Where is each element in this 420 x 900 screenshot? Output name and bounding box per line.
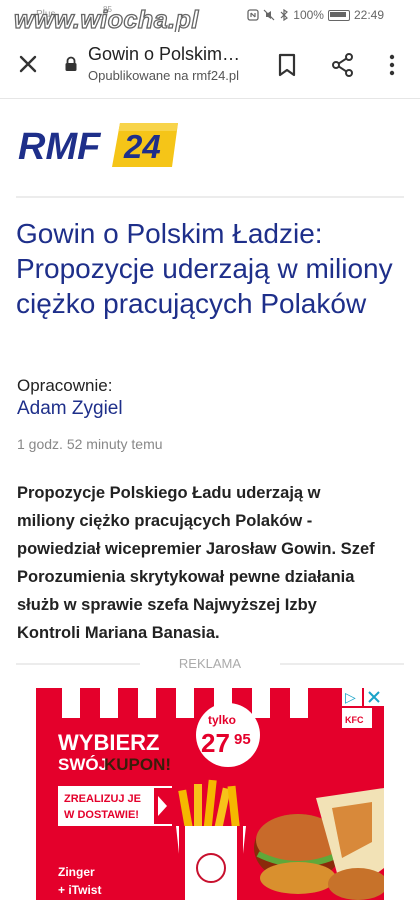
product-line-2: + iTwist [58,883,101,897]
author-link[interactable]: Adam Zygiel [17,398,123,420]
clock: 22:49 [353,8,384,22]
price-cents: 95 [234,731,251,748]
article-lead: Propozycje Polskiego Ładu uderzają w mil… [17,484,375,642]
battery-percent: 100% [293,8,324,22]
page-title: Gowin o Polskim… [88,44,241,64]
ad-label: REKLAMA [178,656,242,671]
ad-headline-3: KUPON! [104,755,171,774]
battery-icon [327,9,350,21]
mute-icon [263,9,275,21]
share-icon[interactable] [330,52,356,78]
kfc-logo-small: KFC [342,708,372,728]
logo-badge: 24 [123,128,161,165]
cta-line-1: ZREALIZUJ JE [64,793,141,805]
status-bar: Plus 85 www.wiocha.pl 100% 22:49 [0,0,420,35]
product-line-1: Zinger [58,865,95,879]
ad-divider-right [280,663,404,665]
custom-tab-toolbar: Gowin o Polskim… Opublikowane na rmf24.p… [0,32,420,99]
url-line: Opublikowane na rmf24.pl [88,68,240,83]
price-main: 27 [201,728,230,758]
close-icon[interactable] [14,50,42,78]
ad-headline-2: SWÓJ [58,755,108,774]
rmf24-logo[interactable]: RMF 24 [16,117,184,171]
ad-headline-1: WYBIERZ [58,730,159,755]
adchoices-icon[interactable]: ▷ [345,689,356,705]
fries-image [176,779,246,900]
more-options-icon[interactable] [382,52,402,78]
price-prefix: tylko [208,713,236,727]
nfc-icon [247,9,259,21]
author-label: Opracownie: [17,376,113,395]
divider [16,196,404,198]
cta-line-2: W DOSTAWIE! [64,809,139,821]
svg-text:KFC: KFC [345,715,364,725]
bookmark-icon[interactable] [276,52,298,78]
kfc-ad-banner[interactable]: ▷ KFC WYBIERZ SWÓJ KUPON! tylko 27 95 ZR… [36,688,384,900]
published-time: 1 godz. 52 minuty temu [17,436,163,452]
lock-icon [65,56,77,71]
status-icons: 100% 22:49 [247,8,384,22]
watermark-text: www.wiocha.pl [13,5,199,34]
logo-text: RMF [18,126,102,168]
bluetooth-icon [280,9,289,21]
ad-divider-left [16,663,140,665]
article-headline: Gowin o Polskim Ładzie: Propozycje uderz… [16,218,393,319]
